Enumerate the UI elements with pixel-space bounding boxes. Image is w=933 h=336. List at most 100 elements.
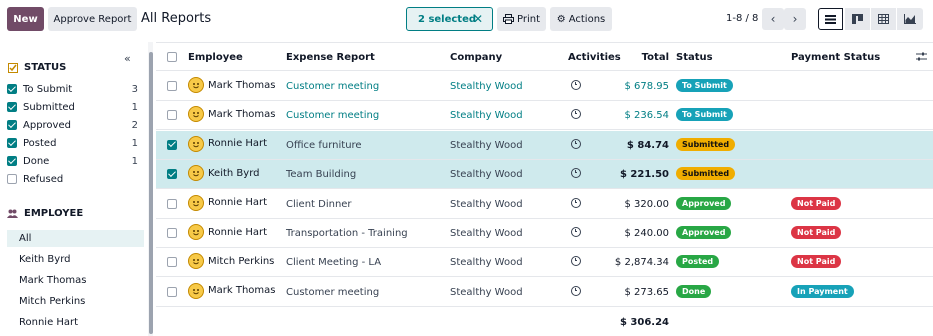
- checkbox[interactable]: [7, 102, 17, 112]
- checkbox[interactable]: [7, 84, 17, 94]
- kanban-view-button[interactable]: [845, 8, 870, 30]
- activity-clock-icon[interactable]: [571, 197, 581, 211]
- column-header-activities[interactable]: Activities: [568, 52, 621, 63]
- row-checkbox[interactable]: [167, 198, 183, 212]
- approve-report-button[interactable]: Approve Report: [48, 7, 137, 31]
- employee-cell[interactable]: Mark Thomas: [188, 77, 275, 93]
- checkbox[interactable]: [7, 120, 17, 130]
- filter-posted[interactable]: Posted 1: [7, 134, 138, 152]
- table-row[interactable]: Keith Byrd Team Building Stealthy Wood $…: [156, 160, 933, 190]
- report-name[interactable]: Client Meeting - LA: [286, 257, 381, 268]
- report-name[interactable]: Transportation - Training: [286, 228, 408, 239]
- new-button[interactable]: New: [7, 7, 44, 31]
- checkbox[interactable]: [7, 138, 17, 148]
- optional-columns-icon[interactable]: [916, 52, 927, 64]
- report-name[interactable]: Client Dinner: [286, 199, 352, 210]
- activity-clock-icon[interactable]: [571, 168, 581, 181]
- expense-report-list: Employee Expense Report Company Activiti…: [156, 42, 933, 336]
- report-name[interactable]: Team Building: [286, 169, 356, 180]
- print-button[interactable]: Print: [497, 7, 546, 31]
- sidebar-scrollbar-thumb[interactable]: [149, 52, 153, 334]
- control-panel: New Approve Report All Reports 2 selecte…: [0, 0, 933, 40]
- pager-previous-button[interactable]: ‹: [762, 8, 784, 30]
- table-row[interactable]: Ronnie Hart Client Dinner Stealthy Wood …: [156, 190, 933, 219]
- filter-label: Done: [23, 155, 50, 167]
- activity-clock-icon[interactable]: [571, 80, 581, 93]
- column-header-payment-status[interactable]: Payment Status: [791, 52, 880, 63]
- activity-clock-icon[interactable]: [571, 256, 581, 269]
- employee-cell[interactable]: Mark Thomas: [188, 282, 275, 299]
- table-row[interactable]: Ronnie Hart Office furniture Stealthy Wo…: [156, 130, 933, 160]
- column-header-company[interactable]: Company: [450, 52, 502, 63]
- filter-submitted[interactable]: Submitted 1: [7, 98, 138, 116]
- employee-filter-item[interactable]: Mark Thomas: [7, 272, 144, 289]
- selection-indicator[interactable]: 2 selected ✕: [406, 7, 493, 31]
- company-name: Stealthy Wood: [450, 257, 523, 269]
- report-name[interactable]: Office furniture: [286, 140, 362, 151]
- employee-filter-all[interactable]: All: [7, 230, 144, 247]
- row-checkbox[interactable]: [167, 110, 183, 123]
- status-cell: Done: [676, 284, 712, 298]
- column-header-status[interactable]: Status: [676, 52, 713, 63]
- status-badge: To Submit: [676, 79, 733, 92]
- employee-cell[interactable]: Ronnie Hart: [188, 135, 268, 152]
- report-name[interactable]: Customer meeting: [286, 110, 379, 121]
- column-header-employee[interactable]: Employee: [188, 52, 243, 63]
- employee-cell[interactable]: Mark Thomas: [188, 106, 275, 123]
- filter-count: 1: [131, 101, 138, 113]
- list-view-button[interactable]: [818, 8, 843, 30]
- employee-cell[interactable]: Keith Byrd: [188, 165, 260, 182]
- company-name: Stealthy Wood: [450, 81, 523, 92]
- table-row[interactable]: Mark Thomas Customer meeting Stealthy Wo…: [156, 72, 933, 101]
- employee-name: Ronnie Hart: [208, 138, 268, 150]
- table-row[interactable]: Mitch Perkins Client Meeting - LA Stealt…: [156, 248, 933, 278]
- row-checkbox[interactable]: [167, 257, 183, 270]
- employee-filter-item[interactable]: Mitch Perkins: [7, 293, 144, 310]
- table-row[interactable]: Mark Thomas Customer meeting Stealthy Wo…: [156, 101, 933, 131]
- checkbox[interactable]: [7, 174, 17, 184]
- payment-cell: Not Paid: [791, 226, 842, 239]
- activity-clock-icon[interactable]: [571, 227, 581, 240]
- collapse-panel-icon[interactable]: «: [124, 52, 131, 65]
- row-checkbox[interactable]: [167, 228, 183, 241]
- column-header-total[interactable]: Total: [642, 52, 669, 63]
- employee-cell[interactable]: Ronnie Hart: [188, 194, 267, 211]
- activity-clock-icon[interactable]: [571, 138, 581, 152]
- employee-filter-item[interactable]: Ronnie Hart: [7, 314, 144, 331]
- column-header-report[interactable]: Expense Report: [286, 52, 375, 63]
- filter-to-submit[interactable]: To Submit 3: [7, 80, 138, 98]
- status-badge: Submitted: [676, 167, 736, 181]
- area-chart-icon: [904, 14, 916, 24]
- company-name: Stealthy Wood: [450, 228, 523, 239]
- table-row[interactable]: Ronnie Hart Transportation - Training St…: [156, 219, 933, 248]
- graph-view-button[interactable]: [897, 8, 923, 30]
- employee-filter-item[interactable]: Keith Byrd: [7, 251, 144, 268]
- filter-count: 1: [131, 137, 138, 149]
- filter-done[interactable]: Done 1: [7, 152, 138, 170]
- employee-cell[interactable]: Mitch Perkins: [188, 253, 274, 270]
- report-name[interactable]: Customer meeting: [286, 287, 379, 298]
- row-checkbox[interactable]: [167, 169, 183, 181]
- actions-button[interactable]: ⚙ Actions: [550, 7, 612, 31]
- employee-cell[interactable]: Ronnie Hart: [188, 224, 267, 240]
- avatar-icon: [188, 224, 204, 240]
- avatar-icon: [188, 165, 204, 182]
- activity-clock-icon[interactable]: [571, 285, 581, 299]
- select-all-checkbox[interactable]: [167, 52, 183, 65]
- row-checkbox[interactable]: [167, 286, 183, 300]
- filter-approved[interactable]: Approved 2: [7, 116, 138, 134]
- row-checkbox[interactable]: [167, 81, 183, 94]
- activity-clock-icon[interactable]: [571, 109, 581, 122]
- employee-name: Keith Byrd: [208, 167, 260, 179]
- clear-selection-icon[interactable]: ✕: [473, 12, 483, 26]
- pager-value[interactable]: 1-8 / 8: [726, 13, 758, 24]
- report-name[interactable]: Customer meeting: [286, 81, 379, 92]
- row-checkbox[interactable]: [167, 139, 183, 152]
- selected-count: 2 selected: [418, 13, 477, 25]
- table-row[interactable]: Mark Thomas Customer meeting Stealthy Wo…: [156, 278, 933, 307]
- filter-refused[interactable]: Refused: [7, 170, 138, 188]
- pivot-view-button[interactable]: [871, 8, 896, 30]
- checkbox[interactable]: [7, 156, 17, 166]
- users-icon: [7, 208, 18, 219]
- pager-next-button[interactable]: ›: [784, 8, 806, 30]
